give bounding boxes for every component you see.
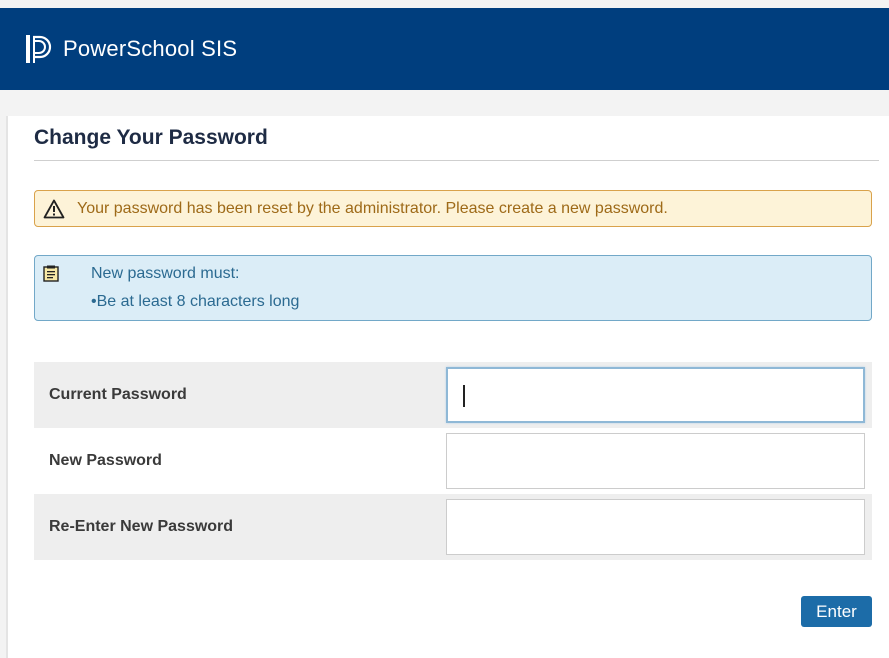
change-password-panel: Change Your Password Your password has b… — [6, 116, 889, 658]
app-brand-name: PowerSchool SIS — [63, 36, 238, 61]
notepad-icon — [43, 265, 59, 282]
new-password-input[interactable] — [446, 433, 865, 489]
title-divider — [34, 160, 879, 161]
text-caret — [463, 385, 465, 407]
password-requirements-alert: New password must: •Be at least 8 charac… — [34, 255, 872, 321]
warning-triangle-icon — [43, 199, 65, 219]
new-password-label: New Password — [49, 452, 162, 469]
page-title: Change Your Password — [34, 126, 268, 149]
current-password-input[interactable] — [446, 367, 865, 423]
enter-button[interactable]: Enter — [801, 596, 872, 627]
password-form: Current Password New Password Re-Enter N… — [34, 362, 872, 560]
warning-alert: Your password has been reset by the admi… — [34, 190, 872, 227]
reenter-password-input[interactable] — [446, 499, 865, 555]
new-password-row: New Password — [34, 428, 872, 494]
reenter-password-row: Re-Enter New Password — [34, 494, 872, 560]
current-password-label: Current Password — [49, 386, 187, 403]
powerschool-logo-icon[interactable] — [24, 34, 54, 64]
top-header-bar: PowerSchool SIS — [0, 8, 889, 90]
page: PowerSchool SIS Change Your Password You… — [0, 0, 889, 658]
warning-message: Your password has been reset by the admi… — [77, 199, 668, 217]
reenter-password-label: Re-Enter New Password — [49, 518, 234, 535]
requirement-item: •Be at least 8 characters long — [91, 293, 300, 310]
current-password-row: Current Password — [34, 362, 872, 428]
requirements-heading: New password must: — [91, 265, 240, 282]
